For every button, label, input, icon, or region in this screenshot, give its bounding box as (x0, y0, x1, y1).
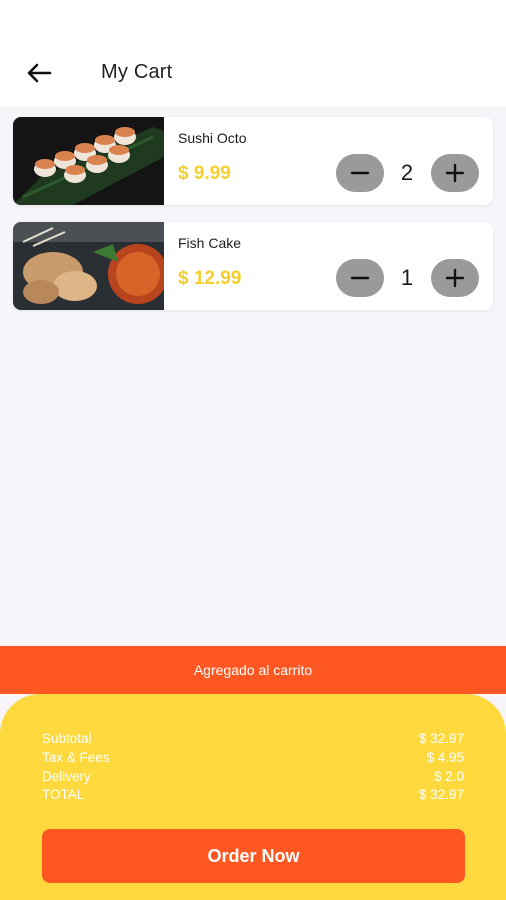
plus-icon (445, 268, 465, 288)
summary-value: $ 32.97 (418, 787, 464, 802)
decrease-quantity-button[interactable] (336, 259, 384, 297)
item-price: $ 12.99 (178, 268, 242, 289)
plus-icon (445, 163, 465, 183)
item-name: Fish Cake (178, 235, 242, 251)
item-name: Sushi Octo (178, 130, 247, 146)
cart-item[interactable]: Sushi Octo $ 9.99 2 (13, 117, 493, 205)
summary-label: Delivery (42, 769, 91, 784)
summary-label: TOTAL (42, 787, 85, 802)
page-title: My Cart (101, 61, 173, 83)
summary-row-delivery: Delivery $ 2.0 (42, 768, 464, 786)
item-quantity: 1 (400, 265, 414, 290)
food-image-sushi (13, 117, 164, 205)
toast-message: Agregado al carrito (193, 662, 313, 678)
minus-icon (350, 171, 370, 175)
food-image-fish-cake (13, 222, 164, 310)
item-price: $ 9.99 (178, 163, 231, 184)
cart-item[interactable]: Fish Cake $ 12.99 1 (13, 222, 493, 310)
app-header: My Cart (0, 0, 506, 106)
summary-value: $ 4.95 (426, 750, 464, 765)
summary-row-subtotal: Subtotal $ 32.97 (42, 730, 464, 748)
item-quantity: 2 (400, 160, 414, 185)
minus-icon (350, 276, 370, 280)
increase-quantity-button[interactable] (431, 154, 479, 192)
summary-label: Subtotal (42, 731, 92, 746)
order-summary: Subtotal $ 32.97 Tax & Fees $ 4.95 Deliv… (0, 694, 506, 900)
summary-row-total: TOTAL $ 32.97 (42, 786, 464, 804)
summary-value: $ 32.97 (418, 731, 464, 746)
order-now-button[interactable]: Order Now (42, 829, 465, 883)
decrease-quantity-button[interactable] (336, 154, 384, 192)
summary-label: Tax & Fees (42, 750, 110, 765)
back-button[interactable] (22, 58, 56, 88)
cart-list: Sushi Octo $ 9.99 2 Fish Cake $ 12.99 1 (13, 117, 493, 327)
increase-quantity-button[interactable] (431, 259, 479, 297)
summary-row-tax: Tax & Fees $ 4.95 (42, 749, 464, 767)
summary-value: $ 2.0 (433, 769, 464, 784)
added-to-cart-toast: Agregado al carrito (0, 646, 506, 694)
arrow-left-icon (27, 63, 52, 83)
